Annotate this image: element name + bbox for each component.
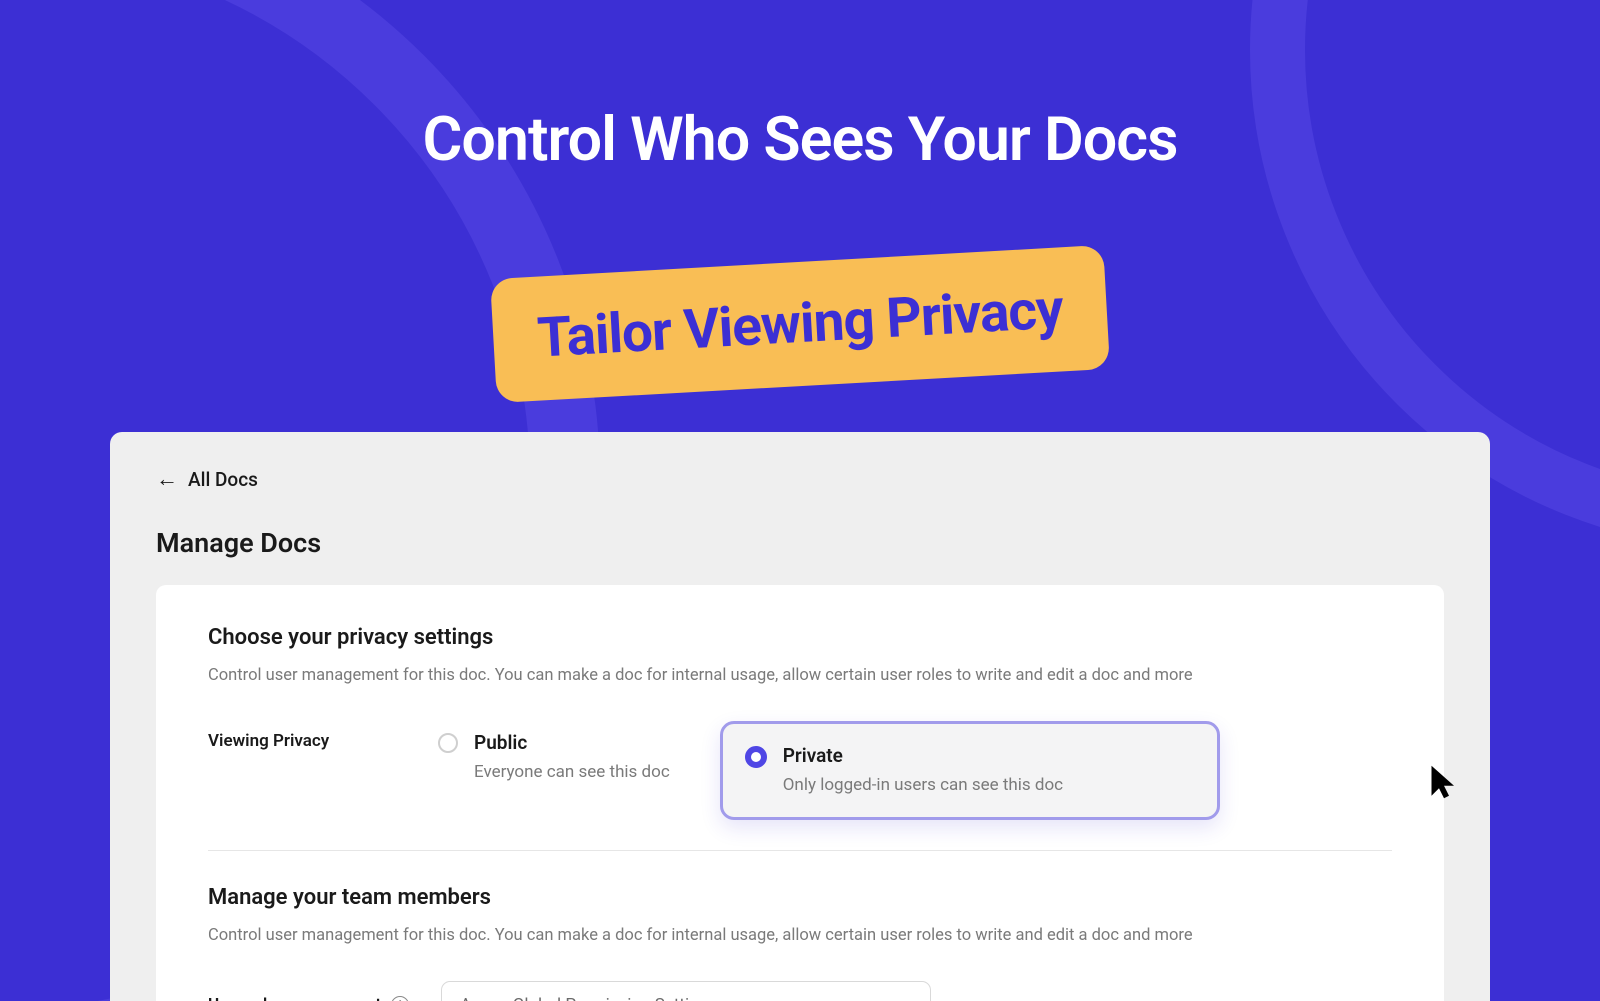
option-private-title: Private	[783, 744, 1063, 767]
option-text-group: Public Everyone can see this doc	[474, 731, 670, 782]
settings-panel: ← All Docs Manage Docs Choose your priva…	[110, 432, 1490, 1001]
privacy-option-public[interactable]: Public Everyone can see this doc	[438, 721, 670, 792]
option-public-title: Public	[474, 731, 670, 754]
team-section-desc: Control user management for this doc. Yo…	[208, 924, 1392, 949]
info-icon[interactable]: i	[391, 996, 409, 1001]
select-value: As per Global Permission Settings	[460, 995, 717, 1001]
user-role-select[interactable]: As per Global Permission Settings ⌄	[441, 981, 931, 1001]
page-title: Manage Docs	[156, 527, 1444, 559]
chevron-down-icon: ⌄	[901, 997, 912, 1001]
option-public-desc: Everyone can see this doc	[474, 762, 670, 782]
arrow-left-icon: ←	[156, 469, 178, 491]
settings-card: Choose your privacy settings Control use…	[156, 585, 1444, 1001]
radio-unchecked-icon	[438, 733, 458, 753]
option-private-desc: Only logged-in users can see this doc	[783, 775, 1063, 795]
user-role-row: User role management i As per Global Per…	[208, 981, 1392, 1001]
viewing-privacy-label: Viewing Privacy	[208, 721, 438, 751]
breadcrumb-label: All Docs	[188, 468, 258, 491]
radio-checked-icon	[745, 746, 767, 768]
cursor-icon	[1429, 763, 1459, 809]
privacy-options: Public Everyone can see this doc Private…	[438, 721, 1392, 820]
user-role-label: User role management	[208, 995, 381, 1001]
team-section-title: Manage your team members	[208, 885, 1392, 910]
privacy-section-desc: Control user management for this doc. Yo…	[208, 664, 1392, 689]
breadcrumb-all-docs[interactable]: ← All Docs	[156, 468, 258, 491]
hero-backdrop: Control Who Sees Your Docs Tailor Viewin…	[0, 0, 1600, 1001]
privacy-section-title: Choose your privacy settings	[208, 625, 1392, 650]
hero-title: Control Who Sees Your Docs	[0, 103, 1600, 175]
option-text-group: Private Only logged-in users can see thi…	[783, 744, 1063, 795]
privacy-option-private[interactable]: Private Only logged-in users can see thi…	[720, 721, 1220, 820]
viewing-privacy-row: Viewing Privacy Public Everyone can see …	[208, 721, 1392, 851]
hero-badge: Tailor Viewing Privacy	[490, 245, 1110, 403]
